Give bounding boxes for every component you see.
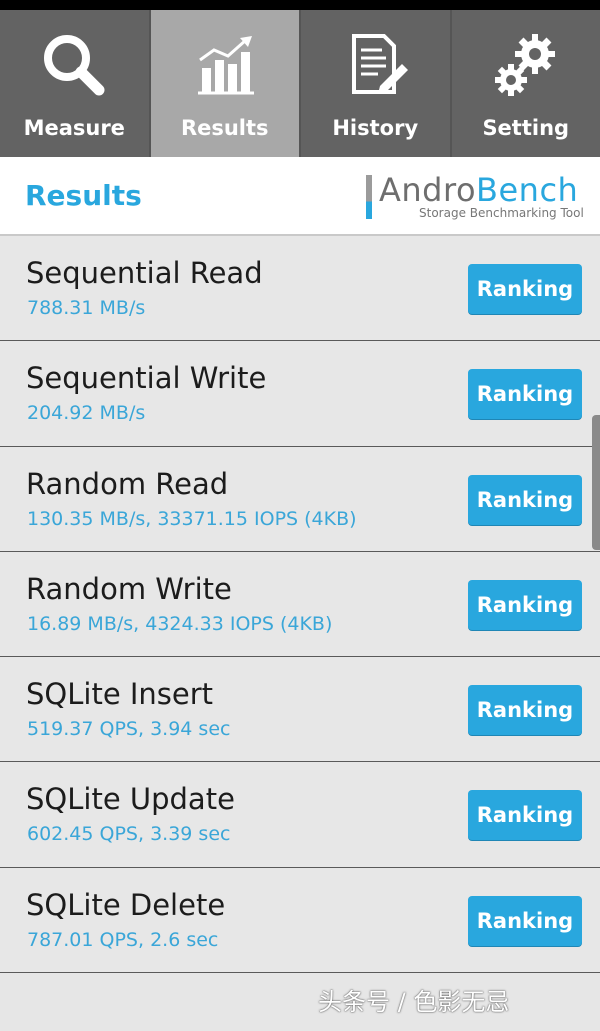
result-value: 602.45 QPS, 3.39 sec — [27, 823, 231, 846]
logo-tagline: Storage Benchmarking Tool — [419, 206, 584, 220]
ranking-button[interactable]: Ranking — [468, 369, 582, 420]
tab-setting[interactable]: Setting — [451, 10, 600, 157]
result-row-random-write: Random Write 16.89 MB/s, 4324.33 IOPS (4… — [0, 551, 600, 658]
status-bar — [0, 0, 600, 10]
logo-brand-bench: Bench — [476, 171, 579, 209]
result-name: Sequential Read — [26, 256, 263, 290]
result-name: Sequential Write — [26, 361, 267, 396]
watermark-text: 头条号 / 色影无忌 — [318, 988, 510, 1016]
ranking-button[interactable]: Ranking — [468, 264, 582, 314]
logo-bar — [366, 175, 372, 219]
result-value: 787.01 QPS, 2.6 sec — [27, 928, 219, 951]
results-list: Sequential Read 788.31 MB/s Ranking Sequ… — [0, 236, 600, 974]
tab-history-label: History — [332, 116, 419, 140]
result-value: 204.92 MB/s — [27, 402, 146, 425]
ranking-button[interactable]: Ranking — [468, 474, 582, 525]
page-title: Results — [25, 179, 142, 212]
document-edit-icon — [338, 28, 412, 102]
tab-results-label: Results — [180, 116, 269, 140]
result-row-sqlite-delete: SQLite Delete 787.01 QPS, 2.6 sec Rankin… — [0, 867, 600, 974]
logo-brand-andro: Andro — [379, 171, 477, 209]
result-name: SQLite Insert — [26, 677, 214, 712]
ranking-button[interactable]: Ranking — [468, 685, 582, 736]
tab-setting-label: Setting — [482, 116, 570, 140]
result-name: SQLite Delete — [26, 887, 226, 922]
results-header: Results AndroBench Storage Benchmarking … — [0, 157, 600, 236]
result-row-sequential-write: Sequential Write 204.92 MB/s Ranking — [0, 341, 600, 447]
result-row-sqlite-update: SQLite Update 602.45 QPS, 3.39 sec Ranki… — [0, 762, 600, 868]
gears-icon — [489, 28, 563, 102]
androbench-logo: AndroBench Storage Benchmarking Tool — [366, 171, 586, 223]
bar-chart-icon — [188, 28, 262, 102]
result-row-sequential-read: Sequential Read 788.31 MB/s Ranking — [0, 236, 600, 342]
result-name: Random Read — [26, 466, 229, 501]
result-row-sqlite-insert: SQLite Insert 519.37 QPS, 3.94 sec Ranki… — [0, 657, 600, 763]
ranking-button[interactable]: Ranking — [468, 790, 582, 841]
result-name: SQLite Update — [26, 782, 235, 817]
search-icon — [37, 28, 111, 102]
tab-measure-label: Measure — [23, 116, 125, 140]
tab-measure[interactable]: Measure — [0, 10, 151, 157]
result-value: 16.89 MB/s, 4324.33 IOPS (4KB) — [27, 612, 333, 635]
app-screen: Measure Results History Setting Results … — [0, 0, 600, 1031]
result-row-random-read: Random Read 130.35 MB/s, 33371.15 IOPS (… — [0, 446, 600, 552]
result-value: 130.35 MB/s, 33371.15 IOPS (4KB) — [27, 507, 357, 530]
result-value: 519.37 QPS, 3.94 sec — [27, 718, 231, 741]
ranking-button[interactable]: Ranking — [468, 895, 582, 946]
result-name: Random Write — [26, 571, 232, 606]
result-value: 788.31 MB/s — [27, 297, 146, 319]
scrollbar-thumb[interactable] — [592, 415, 600, 550]
tab-results[interactable]: Results — [150, 10, 301, 157]
tab-bar: Measure Results History Setting — [0, 10, 600, 157]
tab-history[interactable]: History — [301, 10, 452, 157]
ranking-button[interactable]: Ranking — [468, 579, 582, 630]
logo-brand: AndroBench — [379, 171, 578, 209]
